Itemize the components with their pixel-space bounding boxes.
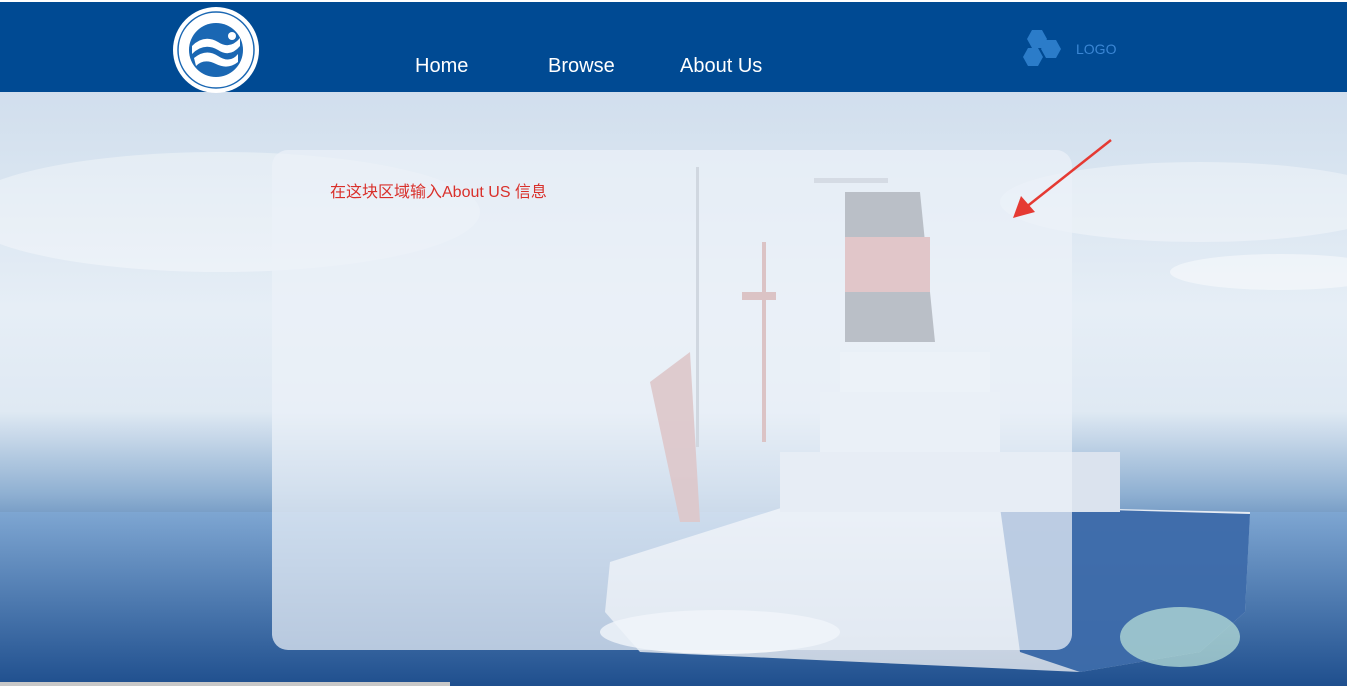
header-bar: Home Browse About Us LOGO [0, 2, 1347, 94]
horizontal-scrollbar[interactable] [0, 682, 450, 686]
nav-about-us[interactable]: About Us [680, 52, 762, 80]
logo-text[interactable]: LOGO [1076, 40, 1116, 58]
hexagon-cluster-icon[interactable] [1020, 28, 1064, 70]
institute-emblem-icon[interactable] [172, 6, 260, 94]
nav-home[interactable]: Home [415, 52, 468, 80]
annotation-arrow-icon [1013, 139, 1112, 218]
about-us-content-panel: 在这块区域输入About US 信息 [272, 150, 1072, 650]
page: Home Browse About Us LOGO 在这块区域输入About U… [0, 0, 1347, 686]
nav-browse[interactable]: Browse [548, 52, 615, 80]
about-us-placeholder-text: 在这块区域输入About US 信息 [330, 184, 547, 201]
